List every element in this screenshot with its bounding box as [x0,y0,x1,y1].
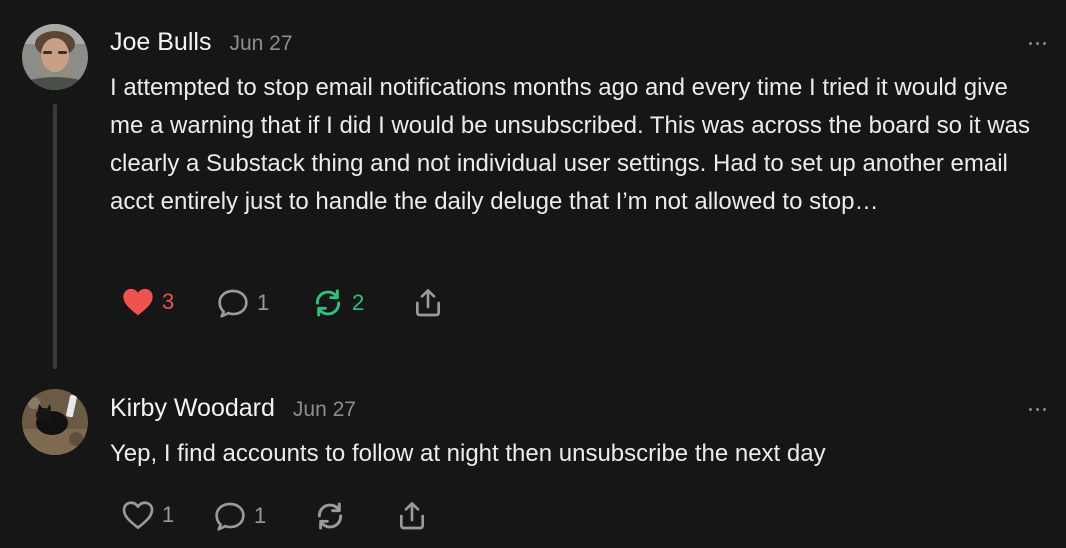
comment-text: Yep, I find accounts to follow at night … [110,440,826,467]
comment-meta: Joe Bulls Jun 27 [110,28,293,57]
like-count: 3 [162,289,175,314]
comment-meta: Kirby Woodard Jun 27 [110,394,356,423]
comment: Joe Bulls Jun 27 I attempted to stop ema… [0,0,1066,370]
reply-button[interactable]: 1 [217,287,269,319]
restack-icon [315,289,341,317]
reply-count: 1 [254,503,267,528]
reply-button[interactable]: 1 [214,500,266,532]
thread-line [53,104,57,369]
avatar[interactable] [22,24,88,90]
share-icon [400,502,424,530]
avatar[interactable] [22,389,88,455]
share-icon [416,289,440,317]
comment: Kirby Woodard Jun 27 Yep, I find account… [0,370,1066,548]
like-count: 1 [162,502,175,527]
heart-icon [122,501,154,529]
more-options-button[interactable] [1029,408,1046,411]
author-name[interactable]: Kirby Woodard [110,394,275,423]
restack-button[interactable]: 2 [312,287,364,319]
author-name[interactable]: Joe Bulls [110,28,211,57]
more-options-button[interactable] [1029,42,1046,45]
share-button[interactable] [412,287,444,319]
share-button[interactable] [396,500,428,532]
comment-thread: Joe Bulls Jun 27 I attempted to stop ema… [0,0,1066,548]
restack-button[interactable] [314,500,346,532]
comment-date[interactable]: Jun 27 [229,32,292,56]
reply-count: 1 [257,290,270,315]
comment-bubble-icon [218,289,248,318]
comment-text: I attempted to stop email notifications … [110,74,1031,215]
heart-icon [123,288,153,316]
ellipsis-icon [1029,408,1032,411]
comment-bubble-icon [215,502,245,531]
like-button[interactable]: 3 [122,287,174,317]
restack-icon [317,502,343,530]
ellipsis-icon [1029,42,1032,45]
comment-date[interactable]: Jun 27 [293,398,356,422]
like-button[interactable]: 1 [122,500,174,530]
restack-count: 2 [352,290,365,315]
